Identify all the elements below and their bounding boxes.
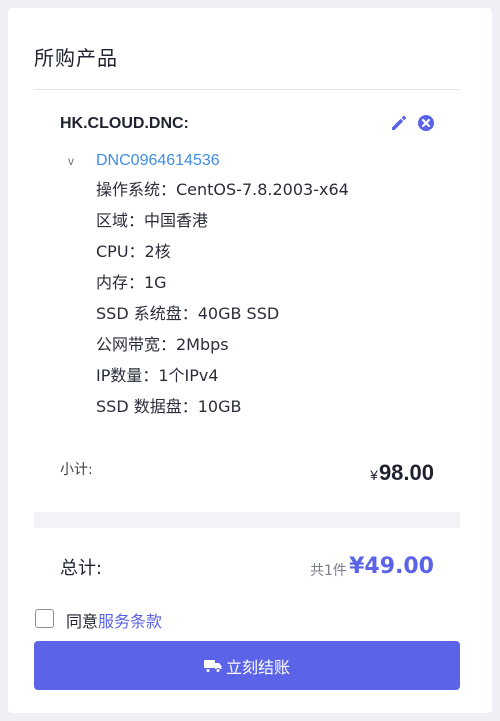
order-summary-panel: 所购产品 HK.CLOUD.DNC: v DNC0964614536 操作系统：… [8, 8, 492, 713]
spec-os: 操作系统：CentOS-7.8.2003-x64 [96, 180, 349, 199]
section-separator [34, 512, 460, 528]
total-label: 总计: [60, 558, 103, 579]
spec-system-disk: SSD 系统盘：40GB SSD [96, 304, 280, 323]
item-count: 共1件 [310, 563, 347, 579]
product-name: HK.CLOUD.DNC: [60, 115, 189, 132]
pencil-icon[interactable] [390, 114, 408, 132]
agree-checkbox[interactable] [35, 609, 54, 628]
spec-bandwidth: 公网带宽：2Mbps [96, 335, 229, 354]
checkout-label: 立刻结账 [225, 657, 290, 677]
terms-link[interactable]: 服务条款 [98, 612, 162, 631]
spec-ip-count: IP数量：1个IPv4 [96, 366, 219, 385]
subtotal-amount: 98.00 [378, 460, 434, 485]
expand-toggle[interactable]: v [68, 154, 74, 168]
product-specs: 操作系统：CentOS-7.8.2003-x64 区域：中国香港 CPU：2核 … [96, 180, 349, 428]
panel-title: 所购产品 [34, 46, 118, 70]
agreement-text: 同意服务条款 [66, 608, 162, 632]
spec-cpu: CPU：2核 [96, 242, 171, 261]
subtotal-label: 小计: [60, 462, 93, 478]
total-amount: ¥49.00 [349, 554, 434, 579]
spec-region: 区域：中国香港 [96, 211, 209, 230]
product-id-link[interactable]: DNC0964614536 [96, 152, 220, 170]
currency-symbol: ¥ [370, 467, 378, 483]
truck-icon [203, 659, 222, 673]
subtotal-value: ¥98.00 [370, 460, 434, 486]
divider [34, 89, 460, 90]
spec-memory: 内存：1G [96, 273, 167, 292]
spec-data-disk: SSD 数据盘：10GB [96, 397, 242, 416]
close-circle-icon[interactable] [417, 114, 435, 132]
checkout-button[interactable]: 立刻结账 [34, 641, 460, 690]
agreement-prefix: 同意 [66, 612, 99, 631]
